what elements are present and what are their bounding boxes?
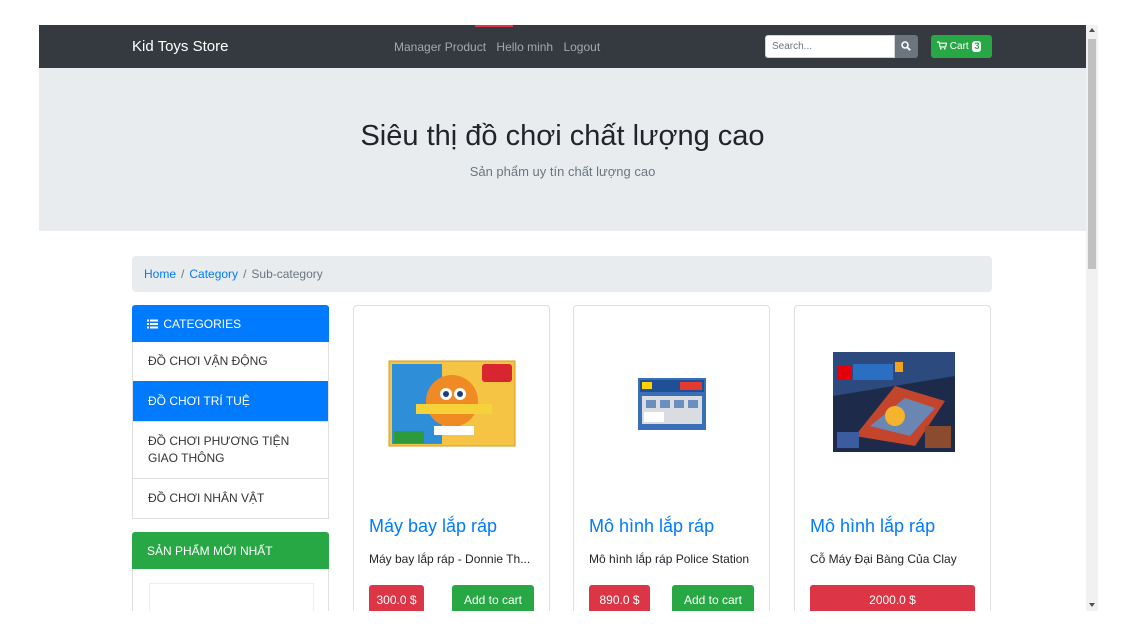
product-image[interactable]: [354, 306, 549, 501]
nav-logout[interactable]: Logout: [563, 40, 600, 54]
category-item-tri-tue[interactable]: ĐỒ CHƠI TRÍ TUỆ: [133, 381, 328, 421]
category-list: ĐỒ CHƠI VẬN ĐỘNG ĐỒ CHƠI TRÍ TUỆ ĐỒ CHƠI…: [132, 342, 329, 519]
new-products-panel: [132, 569, 329, 611]
browser-viewport: Kid Toys Store Manager Product Hello min…: [39, 25, 1086, 611]
category-item-van-dong[interactable]: ĐỒ CHƠI VẬN ĐỘNG: [133, 342, 328, 381]
breadcrumb-home[interactable]: Home: [144, 267, 176, 281]
categories-title: CATEGORIES: [163, 317, 242, 331]
list-icon: [147, 319, 158, 329]
search-icon: [901, 41, 911, 51]
breadcrumb-separator: /: [181, 267, 185, 281]
top-navbar: Kid Toys Store Manager Product Hello min…: [39, 25, 1086, 68]
add-to-cart-button[interactable]: Add to cart: [452, 585, 534, 611]
product-title[interactable]: Mô hình lắp ráp: [589, 516, 714, 537]
product-title[interactable]: Mô hình lắp ráp: [810, 516, 935, 537]
breadcrumb-separator: /: [243, 267, 247, 281]
product-title[interactable]: Máy bay lắp ráp: [369, 516, 497, 537]
product-image[interactable]: [795, 306, 990, 501]
category-item-nhan-vat[interactable]: ĐỒ CHƠI NHÂN VẬT: [133, 478, 328, 518]
brand-link[interactable]: Kid Toys Store: [132, 38, 228, 55]
categories-header: CATEGORIES: [132, 305, 329, 342]
scroll-up-arrow-icon[interactable]: [1089, 28, 1095, 32]
new-products-header: SẢN PHẨM MỚI NHẤT: [132, 532, 329, 569]
scroll-down-arrow-icon[interactable]: [1089, 603, 1095, 607]
breadcrumb-current: Sub-category: [251, 267, 323, 281]
nav-links: Manager Product Hello minh Logout: [394, 40, 607, 54]
vertical-scrollbar[interactable]: [1086, 25, 1098, 611]
product-price: 890.0 $: [589, 585, 650, 611]
jumbotron-title: Siêu thị đồ chơi chất lượng cao: [360, 120, 765, 152]
cart-label: Cart: [949, 41, 969, 52]
add-to-cart-button[interactable]: Add to cart: [672, 585, 754, 611]
cart-icon: [937, 41, 948, 50]
sidebar: CATEGORIES ĐỒ CHƠI VẬN ĐỘNG ĐỒ CHƠI TRÍ …: [132, 305, 329, 611]
product-card: Mô hình lắp ráp Mô hình lắp ráp Police S…: [573, 305, 770, 611]
cart-count-badge: 3: [972, 41, 982, 52]
breadcrumb-category[interactable]: Category: [189, 267, 238, 281]
product-price: 300.0 $: [369, 585, 424, 611]
nav-manager-product[interactable]: Manager Product: [394, 40, 486, 54]
nav-hello-user[interactable]: Hello minh: [496, 40, 553, 54]
new-product-thumbnail[interactable]: [149, 583, 314, 611]
jumbotron-subtitle: Sản phẩm uy tín chất lượng cao: [469, 164, 656, 179]
cart-button[interactable]: Cart 3: [931, 35, 992, 58]
category-item-phuong-tien[interactable]: ĐỒ CHƠI PHƯƠNG TIỆN GIAO THÔNG: [133, 421, 328, 478]
product-card: Máy bay lắp ráp Máy bay lắp ráp - Donnie…: [353, 305, 550, 611]
active-indicator: [475, 25, 513, 27]
search-button[interactable]: [895, 35, 918, 58]
product-description: Mô hình lắp ráp Police Station: [589, 552, 750, 566]
product-description: Cỗ Máy Đại Bàng Của Clay: [810, 552, 957, 566]
search-input[interactable]: Search...: [765, 35, 895, 58]
product-description: Máy bay lắp ráp - Donnie Th...: [369, 552, 531, 566]
jumbotron: Siêu thị đồ chơi chất lượng cao Sản phẩm…: [39, 68, 1086, 231]
product-image[interactable]: [574, 306, 769, 501]
product-price: 2000.0 $: [810, 585, 975, 611]
scrollbar-thumb[interactable]: [1088, 39, 1096, 269]
product-card: Mô hình lắp ráp Cỗ Máy Đại Bàng Của Clay…: [794, 305, 991, 611]
breadcrumb: Home / Category / Sub-category: [132, 256, 992, 292]
